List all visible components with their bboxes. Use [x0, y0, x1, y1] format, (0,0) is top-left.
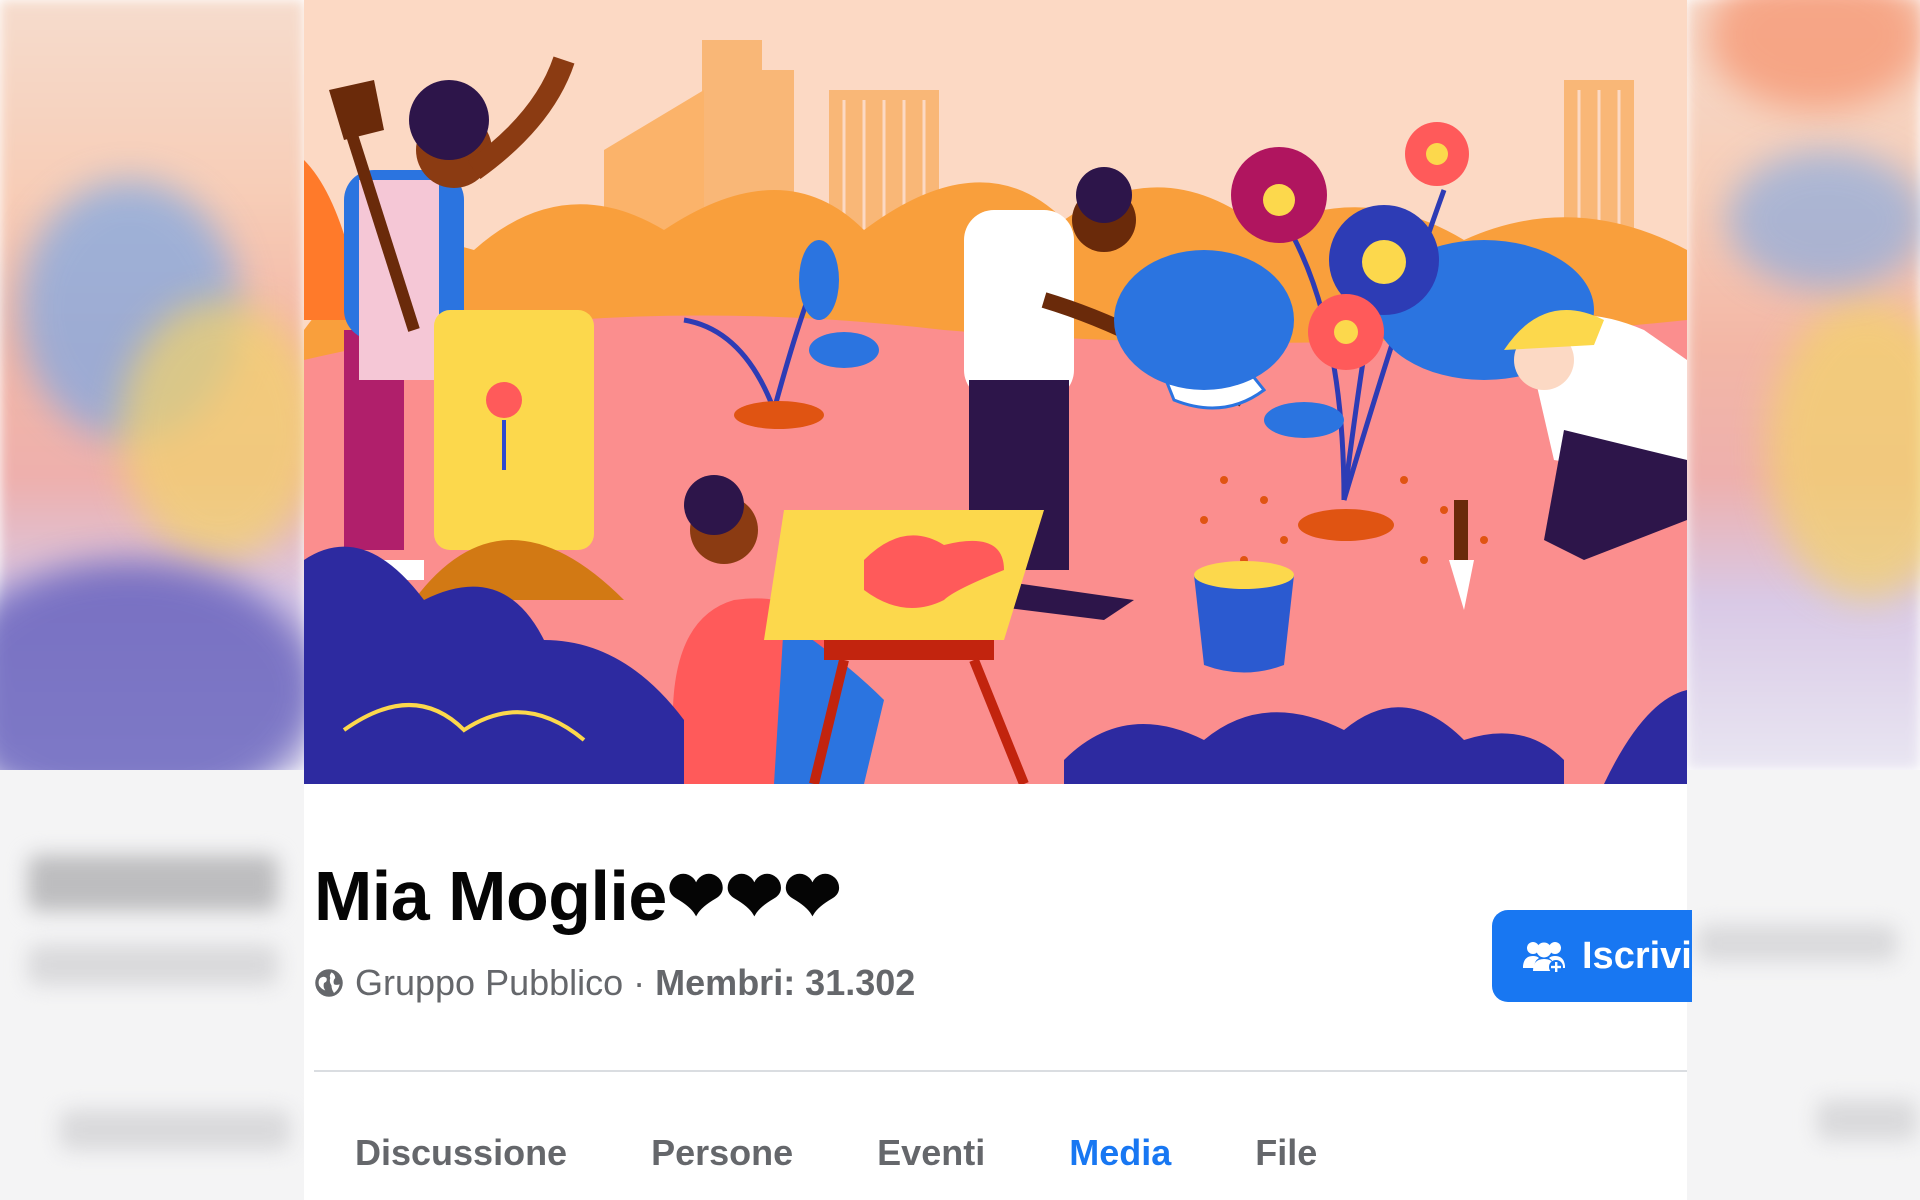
blurred-backdrop-left — [0, 0, 304, 1200]
tab-media[interactable]: Media — [1069, 1125, 1171, 1181]
divider — [314, 1070, 1687, 1072]
group-cover-image — [304, 0, 1687, 784]
member-count[interactable]: Membri: 31.302 — [655, 962, 915, 1004]
tab-persone[interactable]: Persone — [651, 1125, 793, 1181]
tab-eventi[interactable]: Eventi — [877, 1125, 985, 1181]
tab-file[interactable]: File — [1255, 1125, 1317, 1181]
group-name: Mia Moglie❤❤❤ — [314, 857, 842, 935]
globe-icon — [315, 969, 343, 997]
people-plus-icon — [1523, 942, 1565, 974]
join-group-button[interactable]: Iscrivi — [1492, 910, 1692, 1002]
tab-discussione[interactable]: Discussione — [355, 1125, 567, 1181]
group-tabs: Discussione Persone Eventi Media File — [355, 1125, 1401, 1181]
privacy-label: Gruppo Pubblico — [355, 962, 624, 1003]
blurred-backdrop-right — [1687, 0, 1920, 1200]
group-page: Mia Moglie❤❤❤ Gruppo Pubblico · Membri: … — [304, 0, 1692, 1200]
join-button-label: Iscrivi — [1582, 934, 1692, 977]
meta-separator: · — [633, 962, 646, 1003]
group-meta: Gruppo Pubblico · Membri: 31.302 — [314, 962, 915, 1004]
